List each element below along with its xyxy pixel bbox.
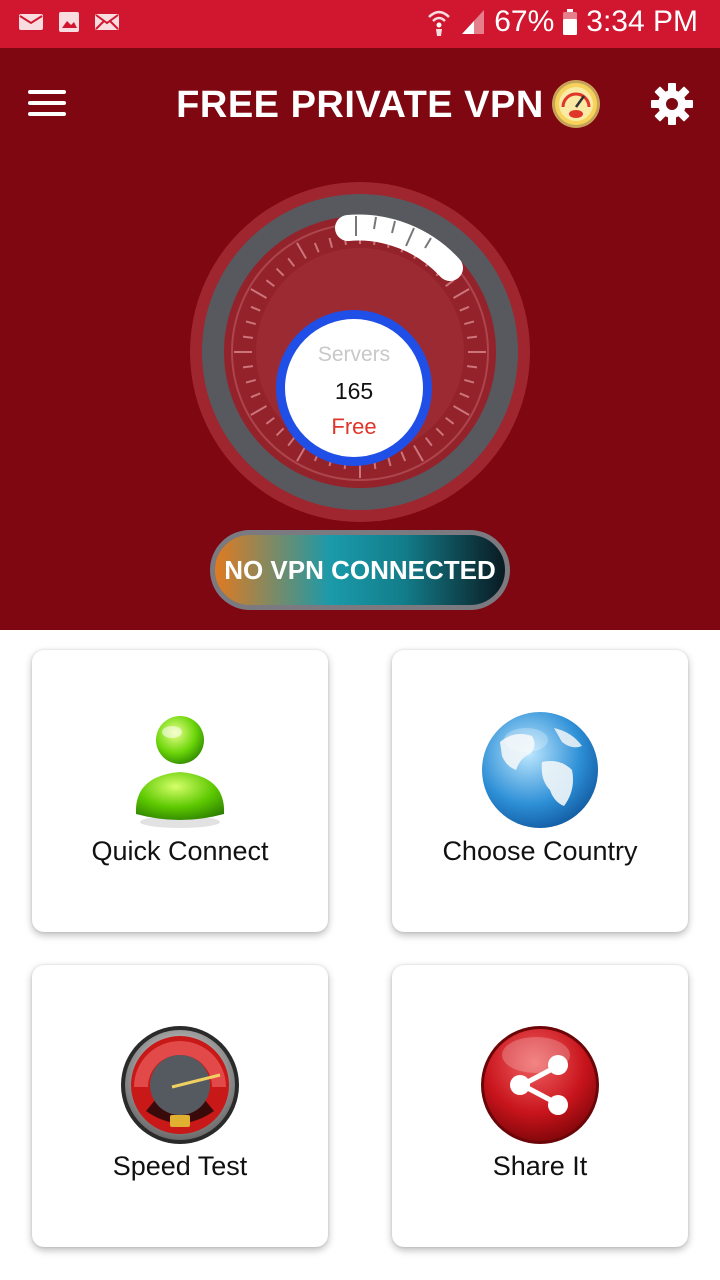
- choose-country-card[interactable]: Choose Country: [392, 650, 688, 932]
- email-icon: [95, 14, 119, 30]
- connection-status-button[interactable]: NO VPN CONNECTED: [210, 530, 510, 610]
- image-icon: [59, 12, 79, 32]
- clock: 3:34 PM: [586, 5, 698, 38]
- servers-label: Servers: [317, 343, 391, 366]
- mail-icon: [19, 14, 43, 30]
- system-status: 67% 3:34 PM: [426, 5, 698, 39]
- quick-connect-label: Quick Connect: [91, 836, 269, 866]
- signal-icon: [462, 10, 485, 34]
- notification-icons: [18, 10, 120, 34]
- share-it-card[interactable]: Share It: [392, 965, 688, 1247]
- battery-percent: 67%: [494, 5, 555, 38]
- share-it-label: Share It: [492, 1151, 588, 1181]
- server-count: 165: [334, 378, 374, 404]
- status-bar: 67% 3:34 PM: [0, 0, 720, 48]
- dial-tick: [242, 335, 254, 339]
- speed-test-card[interactable]: Speed Test: [32, 965, 328, 1247]
- dial-tick: [466, 365, 478, 369]
- speedometer-icon: [121, 1026, 239, 1144]
- server-count-circle: Servers 165 Free: [276, 310, 432, 466]
- choose-country-label: Choose Country: [442, 836, 638, 866]
- speed-test-label: Speed Test: [112, 1151, 248, 1181]
- quick-connect-card[interactable]: Quick Connect: [32, 650, 328, 932]
- battery-icon: [563, 9, 578, 35]
- free-label: Free: [331, 414, 377, 439]
- globe-icon: [482, 712, 598, 828]
- dial-tick: [242, 365, 254, 369]
- wifi-calling-icon: [428, 10, 451, 36]
- user-icon: [135, 716, 225, 828]
- gear-icon[interactable]: [650, 82, 694, 126]
- app-title: FREE PRIVATE VPN: [176, 84, 544, 126]
- speedometer-icon[interactable]: [551, 79, 601, 129]
- dial-tick: [466, 335, 478, 339]
- share-icon: [481, 1026, 599, 1144]
